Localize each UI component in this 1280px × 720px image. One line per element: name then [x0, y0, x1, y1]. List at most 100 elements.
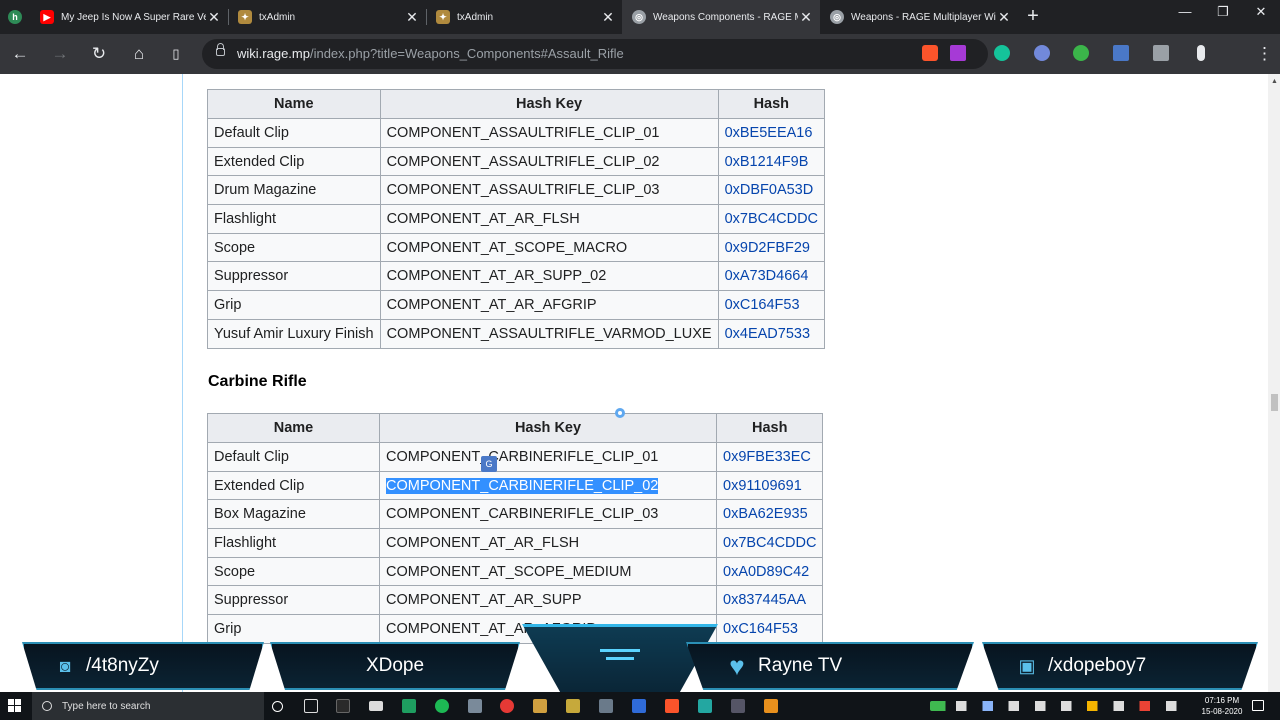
- tab-txadmin-1[interactable]: ✦ txAdmin ✕: [228, 0, 426, 34]
- hash-value-text[interactable]: 0xC164F53: [725, 297, 800, 313]
- hash-value-text[interactable]: 0xDBF0A53D: [725, 182, 814, 198]
- window-close-button[interactable]: ✕: [1240, 0, 1280, 28]
- hash-value-text[interactable]: 0x7BC4CDDC: [723, 535, 816, 551]
- close-icon[interactable]: ✕: [404, 9, 420, 26]
- hash-key-cell: COMPONENT_AT_AR_SUPP: [379, 585, 717, 616]
- notification-icon[interactable]: [1252, 700, 1264, 711]
- hash-value-cell[interactable]: 0x91109691: [715, 470, 824, 501]
- minimize-button[interactable]: —: [1164, 0, 1206, 28]
- app-icon[interactable]: [764, 699, 778, 713]
- hash-value-cell[interactable]: 0xA73D4664: [717, 261, 826, 292]
- hash-value-text[interactable]: 0x837445AA: [723, 592, 806, 608]
- component-name-text: Default Clip: [214, 448, 289, 465]
- tab-txadmin-2[interactable]: ✦ txAdmin ✕: [426, 0, 622, 34]
- app-icon[interactable]: [336, 699, 350, 713]
- system-clock[interactable]: 07:16 PM 15-08-2020: [1200, 695, 1244, 717]
- grammarly-icon[interactable]: [994, 45, 1010, 61]
- spotify-icon[interactable]: [435, 699, 449, 713]
- component-name-text: Scope: [214, 239, 256, 256]
- hash-value-cell[interactable]: 0x7BC4CDDC: [715, 528, 824, 558]
- close-icon[interactable]: ✕: [206, 9, 222, 26]
- tab-weapons-components[interactable]: ◎ Weapons Components - RAGE Multiplayer …: [622, 0, 820, 34]
- table-row: Yusuf Amir Luxury Finish COMPONENT_ASSAUL…: [207, 318, 826, 349]
- app-icon[interactable]: [402, 699, 416, 713]
- app-icon[interactable]: [500, 699, 514, 713]
- hash-key-text: COMPONENT_ASSAULTRIFLE_CLIP_02: [386, 153, 660, 170]
- hash-value-text[interactable]: 0x4EAD7533: [725, 326, 810, 342]
- hash-value-text[interactable]: 0x91109691: [723, 478, 802, 494]
- hash-value-text[interactable]: 0xB1214F9B: [725, 154, 809, 170]
- mail-icon[interactable]: [369, 701, 383, 711]
- app-icon[interactable]: [632, 699, 646, 713]
- brave-shield-icon[interactable]: [922, 45, 938, 61]
- hash-value-cell[interactable]: 0x9D2FBF29: [717, 232, 826, 263]
- close-icon[interactable]: ✕: [600, 9, 616, 26]
- hash-value-text[interactable]: 0x9FBE33EC: [723, 449, 811, 465]
- translate-icon[interactable]: G: [481, 456, 497, 472]
- hash-value-text[interactable]: 0xBA62E935: [723, 506, 808, 522]
- bookmark-icon[interactable]: ▯: [164, 42, 188, 66]
- app-icon[interactable]: [468, 699, 482, 713]
- profile-avatar[interactable]: h: [2, 0, 30, 34]
- close-icon[interactable]: ✕: [798, 9, 814, 26]
- extension-icon[interactable]: [1073, 45, 1089, 61]
- hash-value-cell[interactable]: 0xC164F53: [717, 290, 826, 320]
- hash-key-cell: COMPONENT_AT_AR_FLSH: [379, 204, 719, 234]
- brave-rewards-icon[interactable]: [950, 45, 966, 61]
- tray-icons[interactable]: [930, 701, 1192, 711]
- task-view-icon[interactable]: [304, 699, 318, 713]
- tab-strip: h ▶ My Jeep Is Now A Super Rare Vehicle …: [0, 0, 1280, 34]
- scroll-up-icon[interactable]: ▲: [1271, 78, 1278, 85]
- cortana-icon[interactable]: [272, 701, 283, 712]
- extension-icon[interactable]: [1153, 45, 1169, 61]
- app-icon[interactable]: [731, 699, 745, 713]
- assault-rifle-table: Name Hash Key Hash Default Clip COMPONENT…: [207, 89, 826, 349]
- forward-button[interactable]: →: [48, 42, 72, 66]
- translate-ext-icon[interactable]: [1113, 45, 1129, 61]
- taskbar-search-box[interactable]: Type here to search: [32, 692, 264, 720]
- tab-title: txAdmin: [457, 11, 494, 23]
- hash-value-text[interactable]: 0x7BC4CDDC: [725, 211, 818, 227]
- home-button[interactable]: ⌂: [127, 42, 151, 66]
- hash-value-cell[interactable]: 0xB1214F9B: [717, 146, 826, 177]
- extension-icon[interactable]: [1197, 45, 1205, 61]
- scrollbar-thumb[interactable]: [1271, 394, 1278, 411]
- windows-start-icon[interactable]: [8, 699, 22, 713]
- maximize-button[interactable]: ❐: [1202, 0, 1244, 28]
- tab-youtube[interactable]: ▶ My Jeep Is Now A Super Rare Vehicle ✕: [30, 0, 228, 34]
- hash-value-cell[interactable]: 0xBE5EEA16: [717, 118, 826, 148]
- component-name-cell: Flashlight: [207, 528, 380, 558]
- new-tab-button[interactable]: +: [1022, 4, 1044, 28]
- table-header-row: Name Hash Key Hash: [207, 89, 826, 119]
- app-icon[interactable]: [599, 699, 613, 713]
- tab-title: txAdmin: [259, 11, 296, 23]
- globe-icon: ◎: [830, 10, 844, 24]
- app-icon[interactable]: [566, 699, 580, 713]
- hash-value-text[interactable]: 0xBE5EEA16: [725, 125, 813, 141]
- hash-value-cell[interactable]: 0x4EAD7533: [717, 318, 826, 349]
- clock-time: 07:16 PM: [1204, 696, 1240, 705]
- hash-value-text[interactable]: 0xA0D89C42: [723, 564, 809, 580]
- hash-value-cell[interactable]: 0x9FBE33EC: [715, 442, 824, 472]
- address-bar[interactable]: wiki.rage.mp/index.php?title=Weapons_Com…: [202, 39, 988, 69]
- app-icon[interactable]: [533, 699, 547, 713]
- hash-value-cell[interactable]: 0xDBF0A53D: [717, 175, 826, 206]
- menu-icon[interactable]: ⋮: [1256, 42, 1273, 66]
- hash-value-cell[interactable]: 0xBA62E935: [715, 499, 824, 530]
- close-icon[interactable]: ✕: [996, 9, 1012, 26]
- discord-ext-icon[interactable]: [1034, 45, 1050, 61]
- back-button[interactable]: ←: [8, 42, 32, 66]
- hash-value-cell[interactable]: 0x7BC4CDDC: [717, 204, 826, 234]
- app-icon[interactable]: [698, 699, 712, 713]
- brave-browser-icon[interactable]: [665, 699, 679, 713]
- hash-value-text[interactable]: 0x9D2FBF29: [725, 240, 810, 256]
- hash-value-text[interactable]: 0xA73D4664: [725, 268, 809, 284]
- page-scrollbar[interactable]: ▲: [1268, 74, 1280, 692]
- hash-value-cell[interactable]: 0xA0D89C42: [715, 556, 824, 587]
- toolbar: ← → ↻ ⌂ ▯ wiki.rage.mp/index.php?title=W…: [0, 34, 1280, 74]
- overlay-twitch-panel: ▣ /xdopeboy7: [982, 642, 1258, 690]
- hash-value-cell[interactable]: 0x837445AA: [715, 585, 824, 616]
- reload-button[interactable]: ↻: [87, 42, 111, 66]
- table-row: Scope COMPONENT_AT_SCOPE_MEDIUM 0xA0D89C42: [207, 556, 824, 587]
- tab-weapons[interactable]: ◎ Weapons - RAGE Multiplayer Wiki ✕: [820, 0, 1018, 34]
